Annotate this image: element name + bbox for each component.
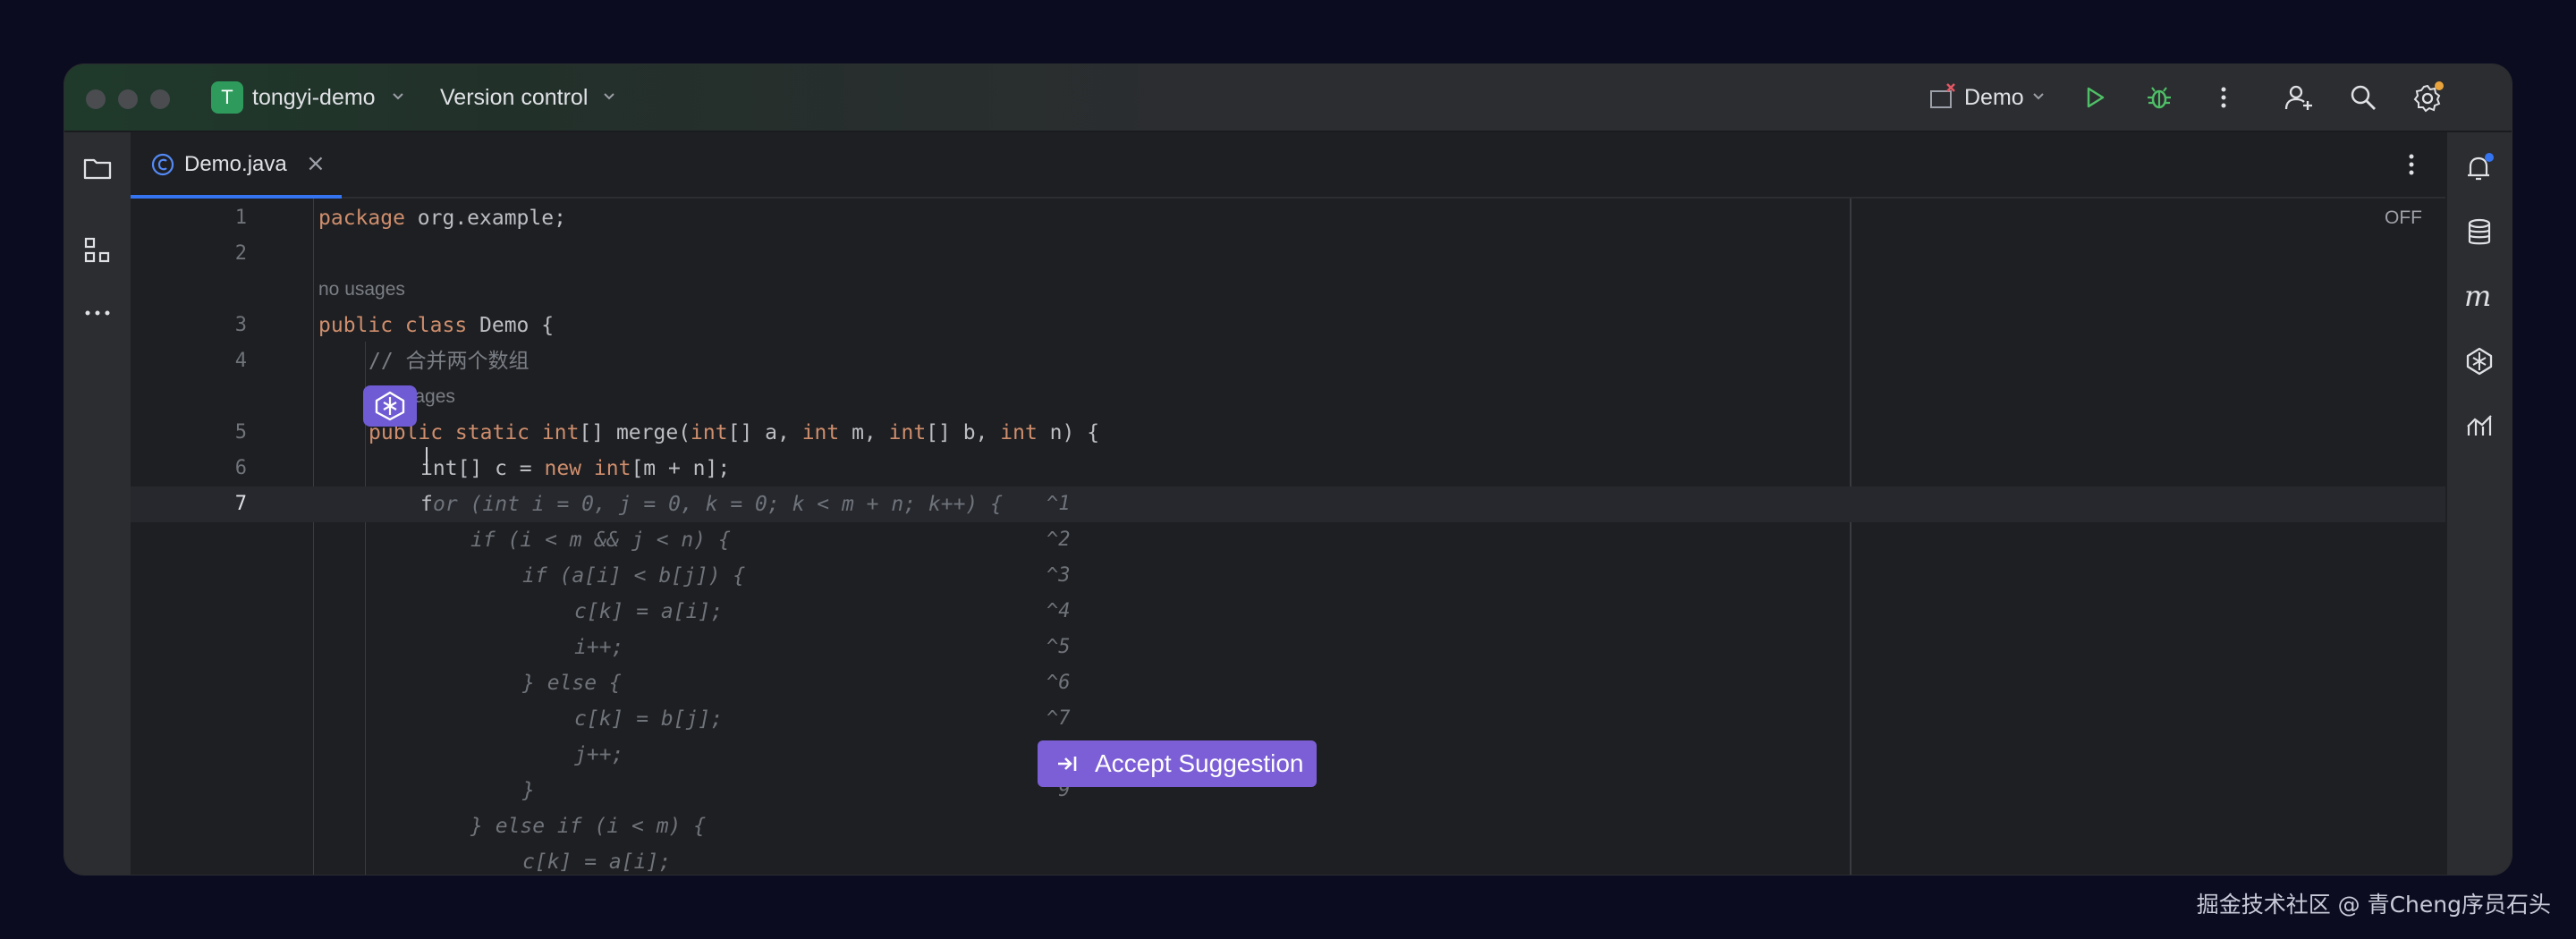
suggestion-shortcut: ^7 — [1046, 707, 1071, 730]
code-keyword: int — [541, 421, 580, 444]
line-number: 1 — [234, 207, 247, 229]
code-line: 6 int[] c = new int[m + n]; — [131, 451, 2447, 486]
suggestion-shortcut: ^1 — [1046, 493, 1071, 515]
line-number: 6 — [234, 457, 247, 479]
code-line: 3 public class Demo { — [131, 308, 2447, 343]
code-text: Demo { — [467, 314, 555, 337]
title-bar: T tongyi-demo Version control Demo — [64, 64, 2512, 132]
add-user-icon[interactable] — [2281, 80, 2317, 115]
tab-label: Demo.java — [184, 152, 287, 176]
code-text: [] merge( — [579, 421, 691, 444]
svg-text:m: m — [2464, 282, 2491, 312]
run-icon[interactable] — [2077, 80, 2113, 115]
code-keyword: int — [593, 457, 631, 480]
settings-gear-icon[interactable] — [2410, 80, 2445, 115]
editor-tab-bar: Demo.java × — [131, 132, 2447, 199]
left-tool-strip — [64, 132, 132, 875]
suggestion-line: if (i < m && j < n) { — [470, 529, 731, 552]
search-icon[interactable] — [2345, 80, 2381, 115]
suggestion-line: i++; — [574, 636, 624, 659]
suggestion-line: } — [522, 779, 535, 802]
minimize-window-button[interactable] — [118, 89, 138, 109]
suggestion-line: c[k] = b[j]; — [574, 707, 724, 731]
chevron-down-icon — [601, 88, 617, 109]
code-text: org.example; — [404, 207, 566, 230]
more-horizontal-icon[interactable] — [78, 293, 117, 333]
code-text: [] b, — [926, 421, 1001, 444]
code-line: 5 public static int[] merge(int[] a, int… — [131, 415, 2447, 451]
code-keyword: int — [801, 421, 840, 444]
code-line: 2 — [131, 236, 2447, 272]
code-keyword: int — [888, 421, 927, 444]
code-text: [] a, — [727, 421, 802, 444]
watermark-text: 掘金技术社区 @ 青Cheng序员石头 — [2196, 892, 2551, 918]
maven-icon[interactable]: m — [2460, 277, 2499, 317]
code-keyword: public class — [318, 314, 468, 337]
code-keyword: package — [318, 207, 405, 230]
line-number: 3 — [234, 314, 247, 336]
right-tool-strip: m — [2445, 132, 2512, 875]
suggestion-shortcut: ^4 — [1046, 600, 1071, 622]
code-text: [m + n]; — [631, 457, 731, 480]
suggestion-line: } else if (i < m) { — [470, 815, 707, 838]
code-comment: // 合并两个数组 — [369, 350, 530, 373]
profiler-chart-icon[interactable] — [2460, 406, 2499, 445]
suggestion-line: c[k] = a[i]; — [574, 600, 724, 623]
line-number: 4 — [234, 350, 247, 372]
code-keyword: new — [544, 457, 582, 480]
suggestion-line: c[k] = a[i]; — [522, 850, 672, 874]
suggestion-line: j++; — [574, 743, 624, 766]
chevron-down-icon — [2030, 88, 2046, 109]
chevron-down-icon — [390, 88, 406, 109]
line-number: 7 — [234, 493, 247, 515]
java-class-icon — [150, 152, 175, 177]
usage-hint[interactable]: no usages — [318, 272, 405, 308]
code-text: n) { — [1037, 421, 1100, 444]
project-folder-icon[interactable] — [78, 148, 117, 188]
code-keyword: int — [691, 421, 728, 444]
close-window-button[interactable] — [86, 89, 106, 109]
project-name: tongyi-demo — [252, 85, 376, 110]
text-caret — [426, 447, 428, 474]
tab-demo-java[interactable]: Demo.java × — [131, 132, 342, 199]
structure-icon[interactable] — [78, 231, 117, 270]
database-icon[interactable] — [2460, 213, 2499, 252]
suggestion-shortcut: ^5 — [1046, 636, 1071, 658]
code-keyword: int — [1000, 421, 1038, 444]
right-margin-guide — [1850, 199, 1852, 875]
ai-assistant-icon — [375, 391, 405, 421]
run-config-icon — [1925, 80, 1961, 115]
typed-text: f — [420, 493, 433, 516]
zoom-window-button[interactable] — [150, 89, 170, 109]
tab-close-icon[interactable]: × — [306, 148, 326, 179]
suggestion-line: or (int i = 0, j = 0, k = 0; k < m + n; … — [433, 493, 1003, 516]
code-text: m, — [839, 421, 889, 444]
line-number: 5 — [234, 421, 247, 444]
accept-suggestion-button[interactable]: Accept Suggestion — [1038, 740, 1317, 787]
suggestion-line: } else { — [522, 672, 622, 695]
suggestion-shortcut: ^2 — [1046, 529, 1071, 551]
suggestion-line: if (a[i] < b[j]) { — [522, 564, 746, 588]
project-badge: T — [211, 81, 243, 114]
ai-assistant-badge[interactable] — [363, 385, 417, 427]
notifications-bell-icon[interactable] — [2460, 148, 2499, 188]
more-vertical-icon[interactable] — [2206, 80, 2241, 115]
code-line: 1 package org.example; — [131, 200, 2447, 236]
tab-options-icon[interactable] — [2394, 147, 2429, 182]
code-text: int[] c = — [420, 457, 545, 480]
suggestion-shortcut: ^3 — [1046, 564, 1071, 587]
tab-key-icon — [1048, 740, 1088, 787]
accept-button-label: Accept Suggestion — [1095, 749, 1304, 777]
code-line: 4 // 合并两个数组 — [131, 343, 2447, 379]
vcs-label: Version control — [440, 85, 589, 110]
ai-assistant-icon[interactable] — [2460, 342, 2499, 381]
suggestion-shortcut: ^6 — [1046, 672, 1071, 694]
line-number: 2 — [234, 242, 247, 265]
debug-icon[interactable] — [2141, 80, 2177, 115]
ide-window: T tongyi-demo Version control Demo Demo.… — [64, 64, 2512, 875]
gutter-separator — [313, 199, 314, 875]
run-config-name: Demo — [1964, 85, 2024, 110]
